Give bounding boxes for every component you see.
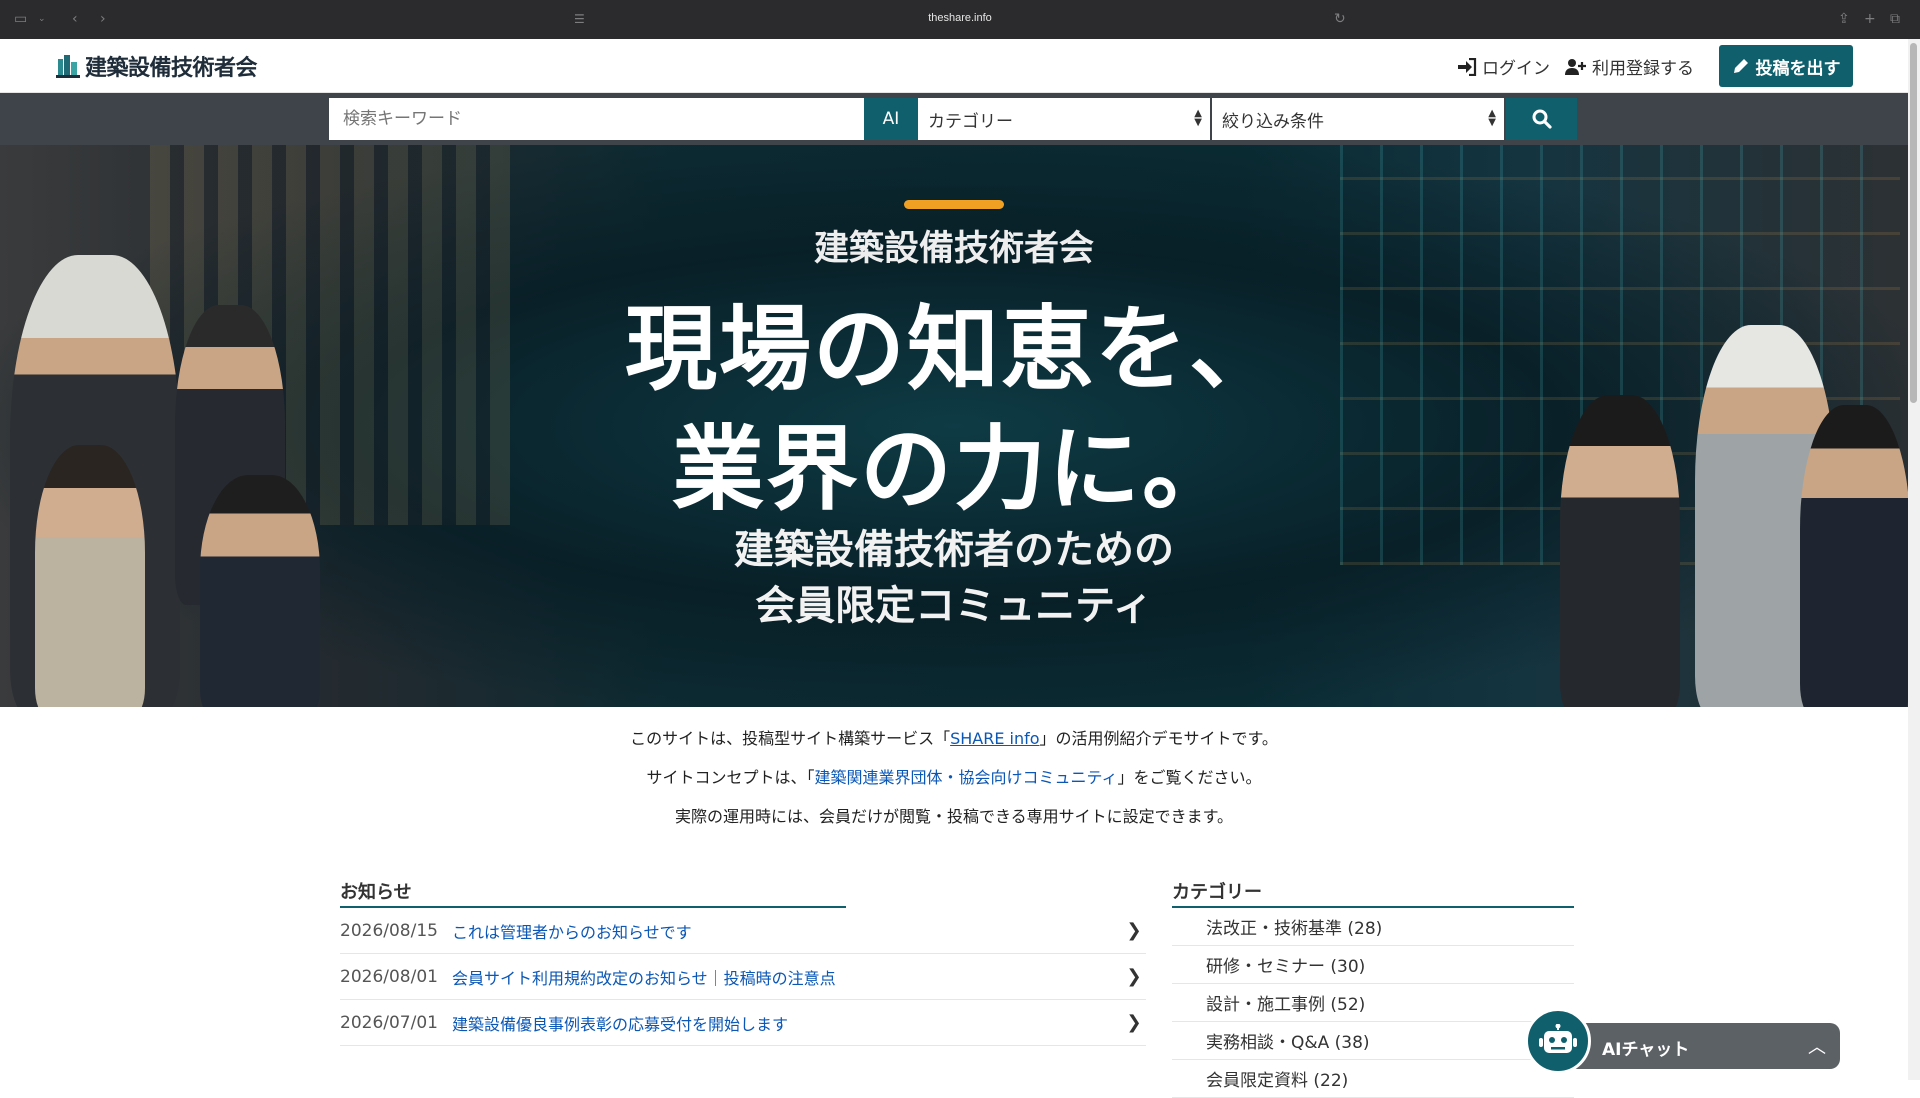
register-label: 利用登録する (1592, 59, 1694, 79)
register-link[interactable]: 利用登録する (1565, 54, 1694, 79)
intro-line-1: このサイトは、投稿型サイト構築サービス「SHARE info」の活用例紹介デモサ… (0, 725, 1908, 749)
search-icon (1532, 109, 1552, 129)
category-item[interactable]: 実務相談・Q&A (38) (1172, 1022, 1574, 1060)
share-icon[interactable]: ⇪ (1838, 11, 1850, 27)
news-title[interactable]: 会員サイト利用規約改定のお知らせ｜投稿時の注意点 (452, 965, 1122, 989)
scrollbar-thumb[interactable] (1910, 43, 1917, 403)
pencil-icon (1733, 59, 1748, 73)
new-tab-icon[interactable]: + (1864, 11, 1876, 27)
chevron-right-icon: ❯ (1126, 966, 1142, 987)
ai-chat-bot-button[interactable] (1525, 1008, 1591, 1074)
login-label: ログイン (1482, 59, 1550, 79)
chevron-up-icon[interactable]: ︿ (1808, 1033, 1826, 1059)
hero-subtitle-line2: 会員限定コミュニティ (755, 583, 1153, 629)
ai-chat-label: AIチャット (1602, 1040, 1690, 1060)
tabs-overview-icon[interactable]: ⧉ (1890, 11, 1900, 27)
hero-subtitle-line1: 建築設備技術者のための (734, 527, 1174, 573)
filter-select[interactable]: 絞り込み条件 ▲ ▼ (1212, 98, 1504, 140)
chevron-right-icon: ❯ (1126, 1012, 1142, 1033)
filter-select-value: 絞り込み条件 (1222, 111, 1324, 132)
category-item[interactable]: 研修・セミナー (30) (1172, 946, 1574, 984)
logo-text: 建築設備技術者会 (85, 56, 258, 81)
category-select[interactable]: カテゴリー ▲ ▼ (918, 98, 1210, 140)
hero-banner: 建築設備技術者会 現場の知恵を、 業界の力に。 建築設備技術者のための 会員限定… (0, 145, 1908, 707)
category-item[interactable]: 法改正・技術基準 (28) (1172, 908, 1574, 946)
concept-link[interactable]: 建築関連業界団体・協会向けコミュニティ (814, 768, 1117, 787)
post-button[interactable]: 投稿を出す (1719, 45, 1853, 87)
login-link[interactable]: ログイン (1457, 54, 1550, 79)
ai-search-button[interactable]: AI (864, 98, 918, 140)
address-bar[interactable]: theshare.info (0, 12, 1920, 24)
search-bar: AI カテゴリー ▲▼ 絞り込み条件 ▲▼ (0, 93, 1908, 145)
reload-icon[interactable]: ↻ (1334, 11, 1346, 27)
select-arrows-icon: ▲ ▼ (1194, 108, 1202, 128)
select-arrows-icon: ▲ ▼ (1488, 108, 1496, 128)
intro-text: サイトコンセプトは、「 (646, 768, 815, 787)
news-title[interactable]: 建築設備優良事例表彰の応募受付を開始します (452, 1011, 1122, 1035)
hero-org-name: 建築設備技術者会 (813, 229, 1094, 269)
logo-mark-icon (56, 55, 80, 78)
robot-icon (1539, 1024, 1577, 1053)
user-plus-icon (1565, 58, 1586, 75)
intro-text: 」をご覧ください。 (1117, 768, 1262, 787)
news-date: 2026/08/01 (340, 966, 438, 987)
news-title[interactable]: これは管理者からのお知らせです (452, 919, 1122, 943)
site-logo[interactable]: 建築設備技術者会 (55, 52, 258, 81)
news-item[interactable]: 2026/08/15 これは管理者からのお知らせです ❯ (340, 908, 1146, 954)
intro-text: このサイトは、投稿型サイト構築サービス「 (630, 729, 951, 748)
search-input[interactable] (329, 98, 864, 140)
intro-line-3: 実際の運用時には、会員だけが閲覧・投稿できる専用サイトに設定できます。 (674, 807, 1234, 826)
share-info-link[interactable]: SHARE info (950, 729, 1039, 748)
hero-headline-line1: 現場の知恵を、 (624, 296, 1283, 403)
news-date: 2026/07/01 (340, 1012, 438, 1033)
chevron-right-icon: ❯ (1126, 920, 1142, 941)
news-date: 2026/08/15 (340, 920, 438, 941)
hero-headline-line2: 業界の力に。 (671, 416, 1236, 523)
news-section-title: お知らせ (340, 882, 412, 903)
login-icon (1458, 57, 1477, 76)
ai-chat-widget[interactable]: AIチャット ︿ (1560, 1023, 1840, 1069)
intro-line-2: サイトコンセプトは、「建築関連業界団体・協会向けコミュニティ」をご覧ください。 (0, 764, 1908, 788)
search-button[interactable] (1506, 98, 1577, 140)
site-header: 建築設備技術者会 ログイン 利用登録する 投稿を出す (0, 39, 1908, 93)
post-button-label: 投稿を出す (1755, 58, 1841, 79)
category-select-value: カテゴリー (928, 111, 1013, 132)
news-item[interactable]: 2026/08/01 会員サイト利用規約改定のお知らせ｜投稿時の注意点 ❯ (340, 954, 1146, 1000)
browser-toolbar: ▭ ⌄ ‹ › ☰ theshare.info ↻ ⇪ + ⧉ (0, 0, 1920, 39)
intro-text: 」の活用例紹介デモサイトです。 (1039, 729, 1278, 748)
hero-accent-bar (904, 200, 1004, 209)
category-item[interactable]: 会員限定資料 (22) (1172, 1060, 1574, 1098)
news-item[interactable]: 2026/07/01 建築設備優良事例表彰の応募受付を開始します ❯ (340, 1000, 1146, 1046)
categories-section-title: カテゴリー (1172, 882, 1262, 903)
category-item[interactable]: 設計・施工事例 (52) (1172, 984, 1574, 1022)
